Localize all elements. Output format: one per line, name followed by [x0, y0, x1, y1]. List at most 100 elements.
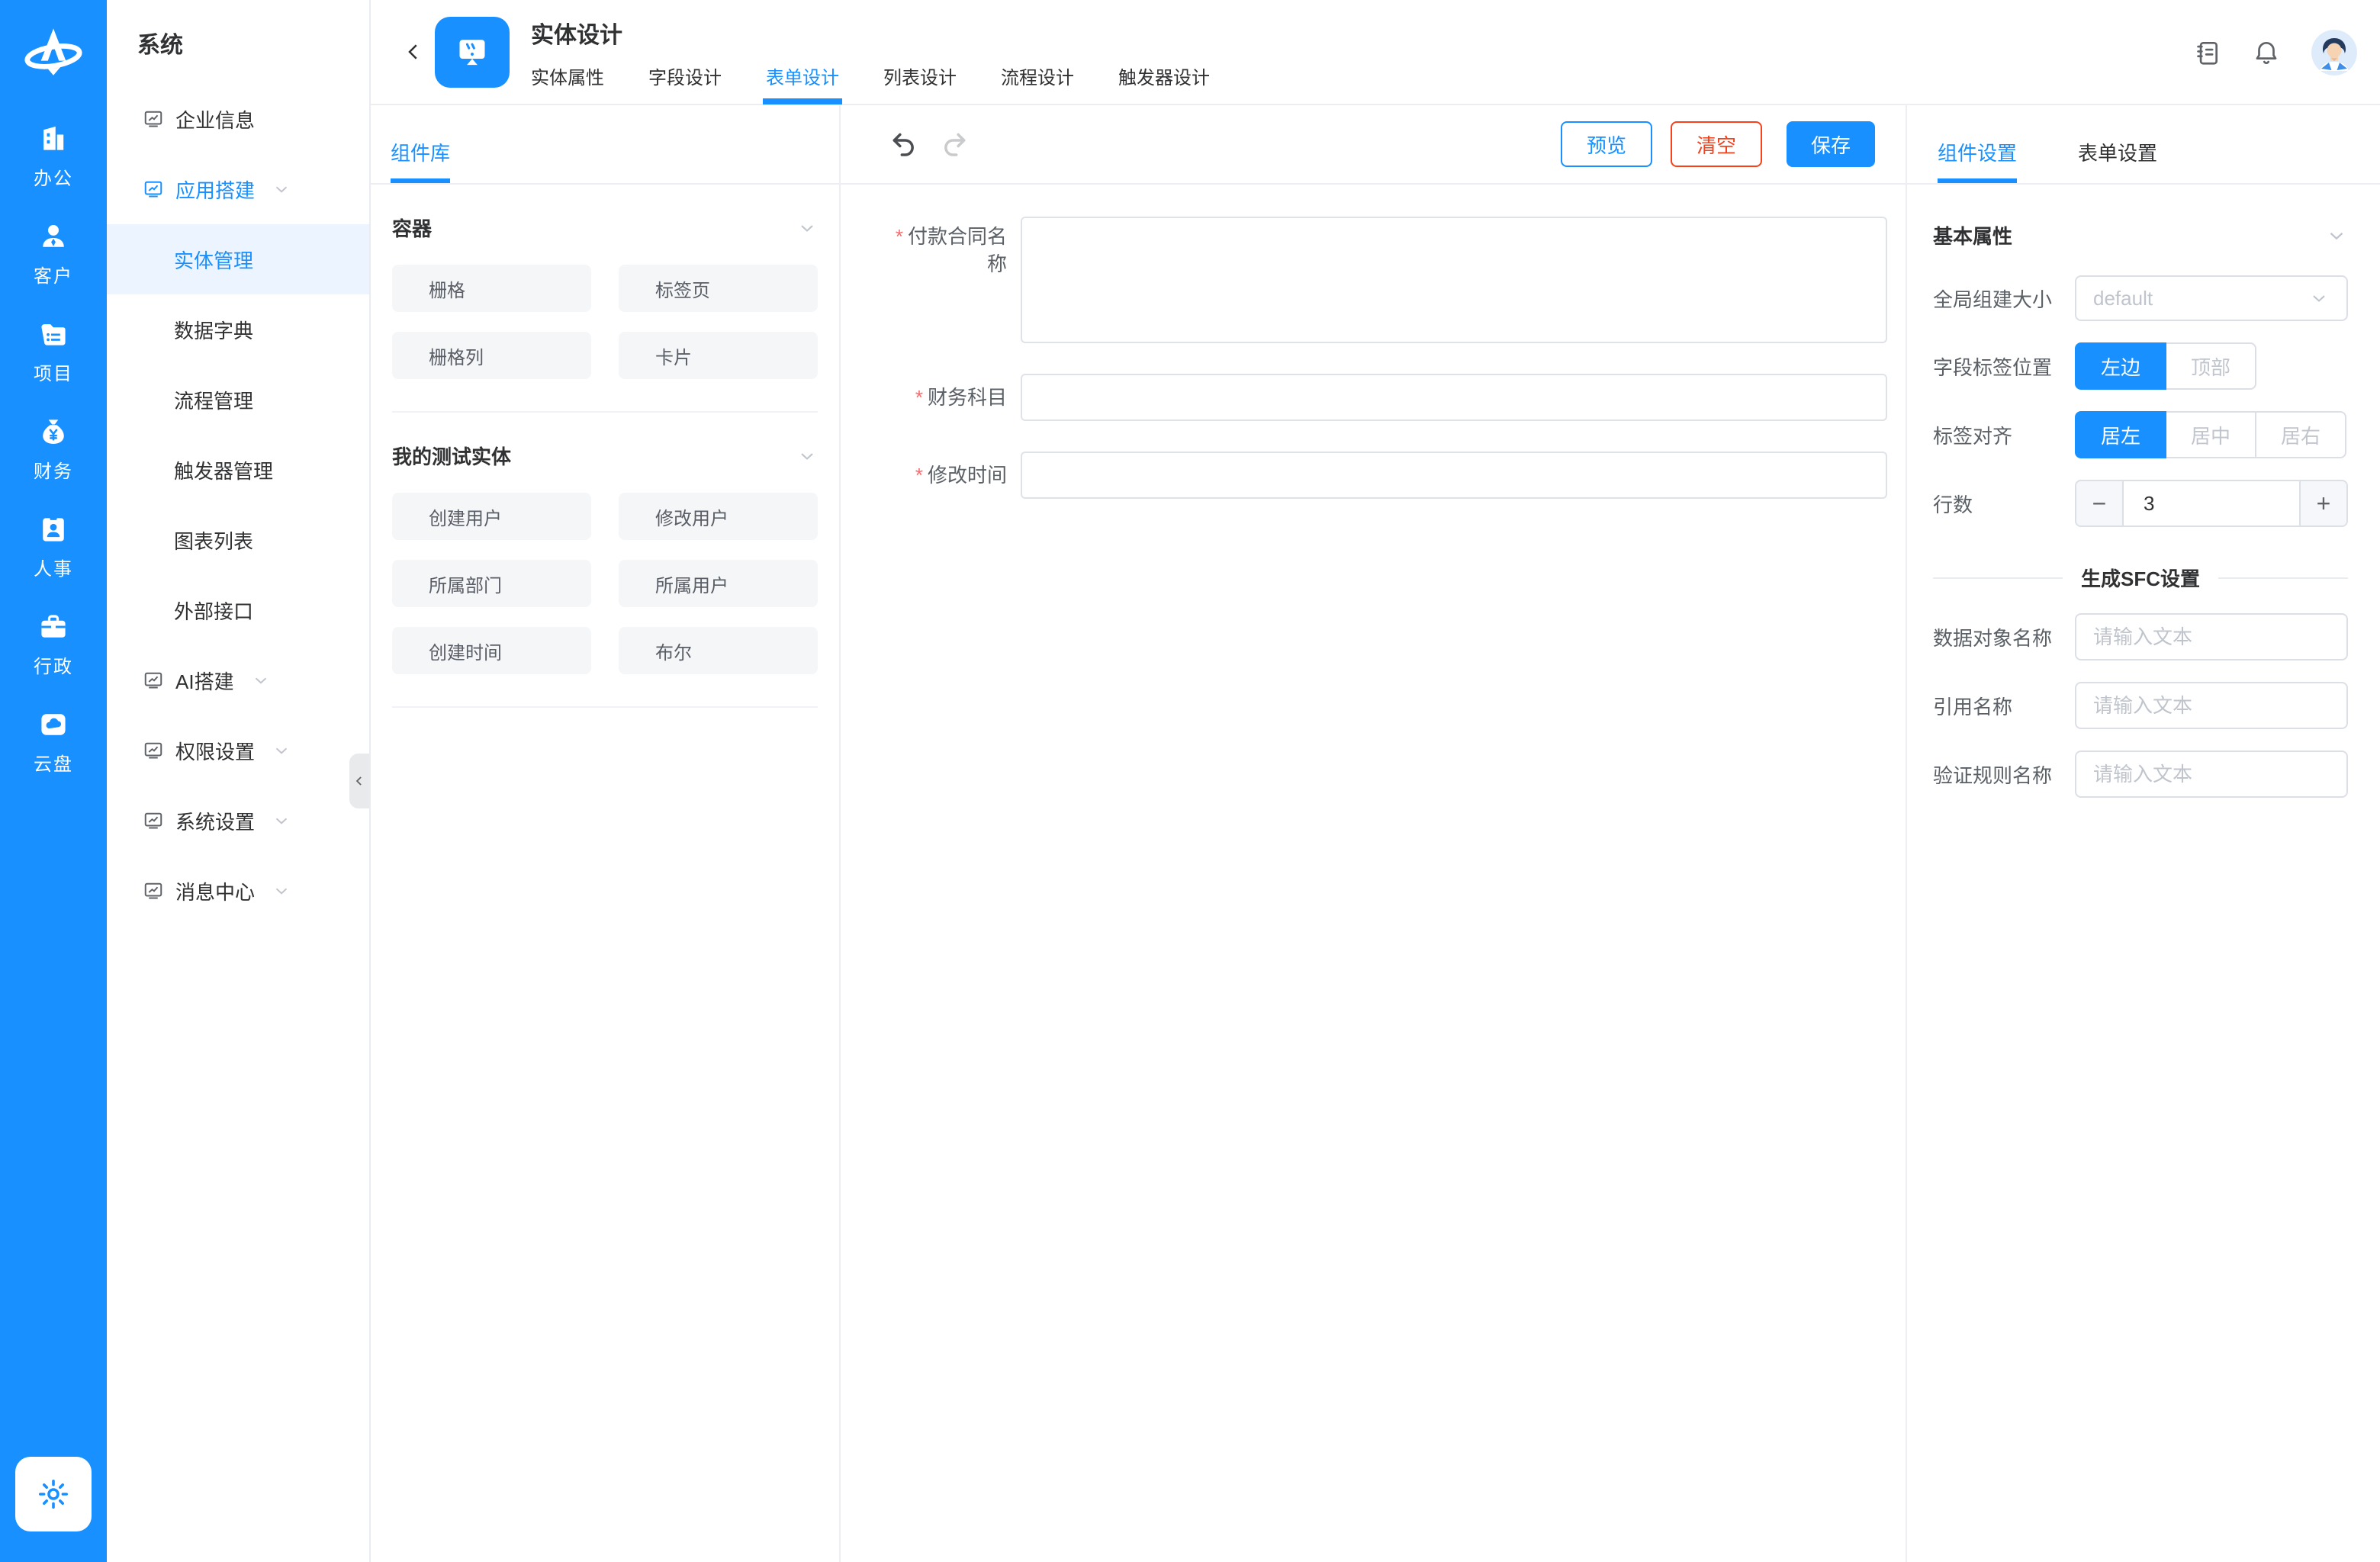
form-field-modify-time[interactable]: *修改时间 — [876, 452, 1887, 499]
stepper-decrease-button[interactable]: − — [2076, 481, 2124, 525]
component-chip-card[interactable]: 卡片 — [619, 332, 818, 379]
field-chip-create-user[interactable]: 创建用户 — [392, 493, 591, 540]
sidebar-item-process-management[interactable]: 流程管理 — [107, 365, 369, 435]
tab-form-design[interactable]: 表单设计 — [766, 63, 839, 104]
rail-item-project[interactable]: 项目 — [0, 302, 107, 400]
redo-button[interactable] — [938, 127, 972, 161]
entity-chip-grid: 创建用户 修改用户 所属部门 所属用户 创建时间 布尔 — [392, 493, 818, 674]
library-section-container[interactable]: 容器 — [392, 214, 818, 242]
inspector-tabs: 组件设置 表单设置 — [1907, 105, 2380, 185]
bell-icon[interactable] — [2252, 38, 2281, 67]
sidebar-item-trigger-management[interactable]: 触发器管理 — [107, 435, 369, 505]
finance-subject-input[interactable] — [1021, 374, 1887, 421]
segment-align-right[interactable]: 居右 — [2255, 411, 2346, 458]
undo-button[interactable] — [886, 127, 920, 161]
stepper-increase-button[interactable]: + — [2299, 481, 2346, 525]
component-chip-grid[interactable]: 栅格 — [392, 265, 591, 312]
sidebar-item-label: 数据字典 — [174, 316, 253, 344]
rail-item-finance[interactable]: 财务 — [0, 400, 107, 497]
tab-component-settings[interactable]: 组件设置 — [1938, 138, 2017, 183]
sidebar-item-system-settings[interactable]: 系统设置 — [107, 786, 369, 856]
sidebar-collapse-handle[interactable] — [349, 754, 369, 808]
board-chart-icon — [142, 178, 165, 201]
divider-line — [2218, 577, 2348, 579]
chevron-down-icon — [2308, 288, 2330, 309]
tab-list-design[interactable]: 列表设计 — [883, 63, 957, 104]
sidebar-item-message-center[interactable]: 消息中心 — [107, 856, 369, 926]
sidebar-item-label: 图表列表 — [174, 526, 253, 554]
sidebar-item-label: 实体管理 — [174, 246, 253, 274]
sidebar-item-app-build[interactable]: 应用搭建 — [107, 154, 369, 224]
sidebar-item-data-dictionary[interactable]: 数据字典 — [107, 294, 369, 365]
form-field-finance-subject[interactable]: *财务科目 — [876, 374, 1887, 421]
nav-rail: 办公 客户 项目 财务 — [0, 0, 107, 1562]
divider-line — [1933, 577, 2063, 579]
validation-rule-name-input[interactable] — [2075, 750, 2348, 798]
data-object-name-input[interactable] — [2075, 613, 2348, 660]
sidebar-item-external-api[interactable]: 外部接口 — [107, 575, 369, 645]
divider — [392, 706, 818, 708]
rail-item-label: 财务 — [34, 456, 73, 483]
notebook-icon[interactable] — [2192, 38, 2221, 67]
tab-process-design[interactable]: 流程设计 — [1001, 63, 1074, 104]
sidebar-item-chart-list[interactable]: 图表列表 — [107, 505, 369, 575]
sidebar-item-company-info[interactable]: 企业信息 — [107, 84, 369, 154]
sidebar-item-ai-build[interactable]: AI搭建 — [107, 645, 369, 715]
user-avatar[interactable] — [2311, 30, 2357, 76]
reference-name-input[interactable] — [2075, 682, 2348, 729]
form-field-contract-name[interactable]: *付款合同名称 — [876, 217, 1887, 343]
rail-item-office[interactable]: 办公 — [0, 107, 107, 204]
logo-a-icon — [17, 17, 90, 90]
clear-button[interactable]: 清空 — [1671, 121, 1762, 167]
tab-component-library[interactable]: 组件库 — [391, 138, 450, 183]
component-library-panel: 组件库 容器 栅格 标签页 栅格列 卡片 我的测试实体 — [371, 105, 841, 1562]
tab-field-design[interactable]: 字段设计 — [648, 63, 722, 104]
rail-item-admin[interactable]: 行政 — [0, 595, 107, 693]
redo-icon — [940, 129, 970, 159]
select-value: default — [2093, 287, 2308, 310]
row-count-stepper: − 3 + — [2075, 480, 2348, 527]
settings-gear-button[interactable] — [15, 1457, 92, 1531]
field-label: *修改时间 — [876, 461, 1021, 489]
rail-item-customer[interactable]: 客户 — [0, 204, 107, 302]
form-canvas-panel: 预览 清空 保存 *付款合同名称 *财务科目 *修改时间 — [841, 105, 1906, 1562]
field-chip-department[interactable]: 所属部门 — [392, 560, 591, 607]
segment-align-left[interactable]: 居左 — [2075, 411, 2166, 458]
rail-item-cloud[interactable]: 云盘 — [0, 693, 107, 790]
global-size-select[interactable]: default — [2075, 275, 2348, 321]
data-object-name-row: 数据对象名称 — [1933, 613, 2348, 660]
sidebar-item-permission-settings[interactable]: 权限设置 — [107, 715, 369, 786]
contract-name-textarea[interactable] — [1021, 217, 1887, 343]
component-chip-tabs[interactable]: 标签页 — [619, 265, 818, 312]
setting-label: 数据对象名称 — [1933, 623, 2075, 651]
tab-form-settings[interactable]: 表单设置 — [2078, 138, 2157, 183]
required-asterisk: * — [896, 225, 903, 248]
label-align-segmented: 居左 居中 居右 — [2075, 411, 2348, 458]
rail-item-hr[interactable]: 人事 — [0, 497, 107, 595]
sidebar-item-label: 消息中心 — [175, 877, 255, 905]
segment-align-center[interactable]: 居中 — [2165, 411, 2256, 458]
entity-app-tile — [435, 17, 510, 88]
sidebar-item-entity-management[interactable]: 实体管理 — [107, 224, 369, 294]
segment-top[interactable]: 顶部 — [2165, 342, 2256, 390]
project-icon — [37, 317, 70, 351]
field-chip-modify-user[interactable]: 修改用户 — [619, 493, 818, 540]
back-button[interactable] — [397, 29, 430, 75]
board-chart-icon — [142, 108, 165, 130]
preview-button[interactable]: 预览 — [1561, 121, 1652, 167]
tab-entity-attrs[interactable]: 实体属性 — [531, 63, 604, 104]
basic-props-section-header[interactable]: 基本属性 — [1933, 221, 2348, 249]
required-asterisk: * — [915, 464, 923, 487]
modify-time-input[interactable] — [1021, 452, 1887, 499]
chevron-down-icon — [251, 670, 271, 690]
field-chip-create-time[interactable]: 创建时间 — [392, 627, 591, 674]
form-design-area: *付款合同名称 *财务科目 *修改时间 — [841, 185, 1906, 529]
save-button[interactable]: 保存 — [1787, 121, 1875, 167]
component-chip-grid-col[interactable]: 栅格列 — [392, 332, 591, 379]
field-chip-owner-user[interactable]: 所属用户 — [619, 560, 818, 607]
library-section-entity[interactable]: 我的测试实体 — [392, 442, 818, 470]
segment-left[interactable]: 左边 — [2075, 342, 2166, 390]
avatar-illustration — [2311, 30, 2357, 76]
field-chip-boolean[interactable]: 布尔 — [619, 627, 818, 674]
tab-trigger-design[interactable]: 触发器设计 — [1118, 63, 1210, 104]
